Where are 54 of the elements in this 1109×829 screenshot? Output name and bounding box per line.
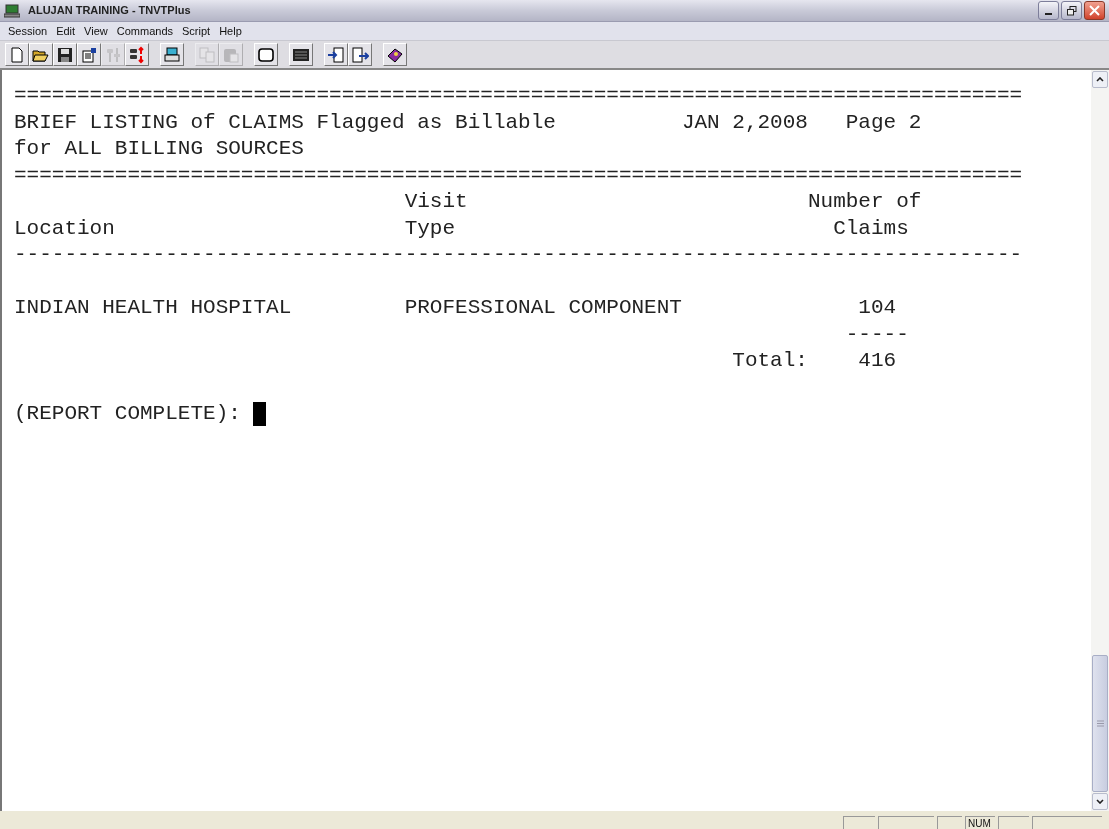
status-indicator: NUM [965, 816, 995, 829]
computer-icon [4, 3, 20, 18]
terminal-line: Total: 416 [731, 348, 897, 374]
menu-item[interactable]: Session [4, 22, 52, 40]
grip-icon [1096, 720, 1104, 727]
document-properties-icon [80, 45, 98, 64]
toolbar-button[interactable] [348, 43, 372, 66]
menu-item[interactable]: Help [215, 22, 246, 40]
terminal-line: for ALL BILLING SOURCES [14, 136, 304, 162]
printer-icon [163, 45, 181, 64]
screen-icon [257, 45, 275, 64]
status-pane [878, 816, 934, 829]
terminal-line: BRIEF LISTING of CLAIMS Flagged as Billable JAN 2,2008 Page 2 [14, 109, 922, 136]
copy-icon [198, 45, 216, 64]
page-icon [8, 45, 26, 64]
terminal-line: ================================================================================ [14, 83, 1023, 109]
menu-item[interactable]: Script [178, 22, 215, 40]
receive-file-icon [351, 45, 369, 64]
scroll-up-button[interactable] [1092, 71, 1108, 88]
terminal-line: Location Type Claims [14, 215, 909, 242]
toolbar-button[interactable] [29, 43, 53, 66]
close-button[interactable] [1084, 1, 1105, 20]
minimize-button[interactable] [1038, 1, 1059, 20]
up-down-arrows-icon [128, 45, 146, 64]
restore-icon [1066, 5, 1077, 16]
close-icon [1089, 5, 1100, 16]
scrollbar[interactable] [1091, 70, 1109, 811]
restore-button[interactable] [1061, 1, 1082, 20]
menu-item[interactable]: Commands [112, 22, 177, 40]
toolbar-button[interactable] [289, 43, 313, 66]
toolbar-button[interactable] [160, 43, 184, 66]
terminal-line: (REPORT COMPLETE): [14, 401, 242, 427]
toolbar-button[interactable] [324, 43, 348, 66]
toolbar-button[interactable] [254, 43, 278, 66]
status-pane [998, 816, 1029, 829]
menu-item[interactable]: Edit [52, 22, 80, 40]
menu-item[interactable]: View [80, 22, 112, 40]
status-pane [1032, 816, 1102, 829]
toolbar-button[interactable] [77, 43, 101, 66]
toolbar-button[interactable] [125, 43, 149, 66]
terminal-line: INDIAN HEALTH HOSPITAL PROFESSIONAL COMPONENT 104 [14, 295, 897, 321]
scroll-down-button[interactable] [1092, 793, 1108, 810]
terminal-line: Visit Number of [403, 189, 922, 215]
toolbar-button[interactable] [53, 43, 77, 66]
window-title: ALUJAN TRAINING - TNVTPlus [28, 3, 191, 19]
terminal-line: -------------------------------------------------------------------------------- [14, 242, 1023, 268]
status-pane [937, 816, 962, 829]
toolbar-button[interactable] [383, 43, 407, 66]
terminal-line: ----- [844, 321, 909, 348]
status-pane [843, 816, 875, 829]
scroll-thumb[interactable] [1092, 655, 1108, 792]
sliders-icon [104, 45, 122, 64]
send-file-icon [327, 45, 345, 64]
terminal-line: ================================================================================ [14, 162, 1023, 189]
